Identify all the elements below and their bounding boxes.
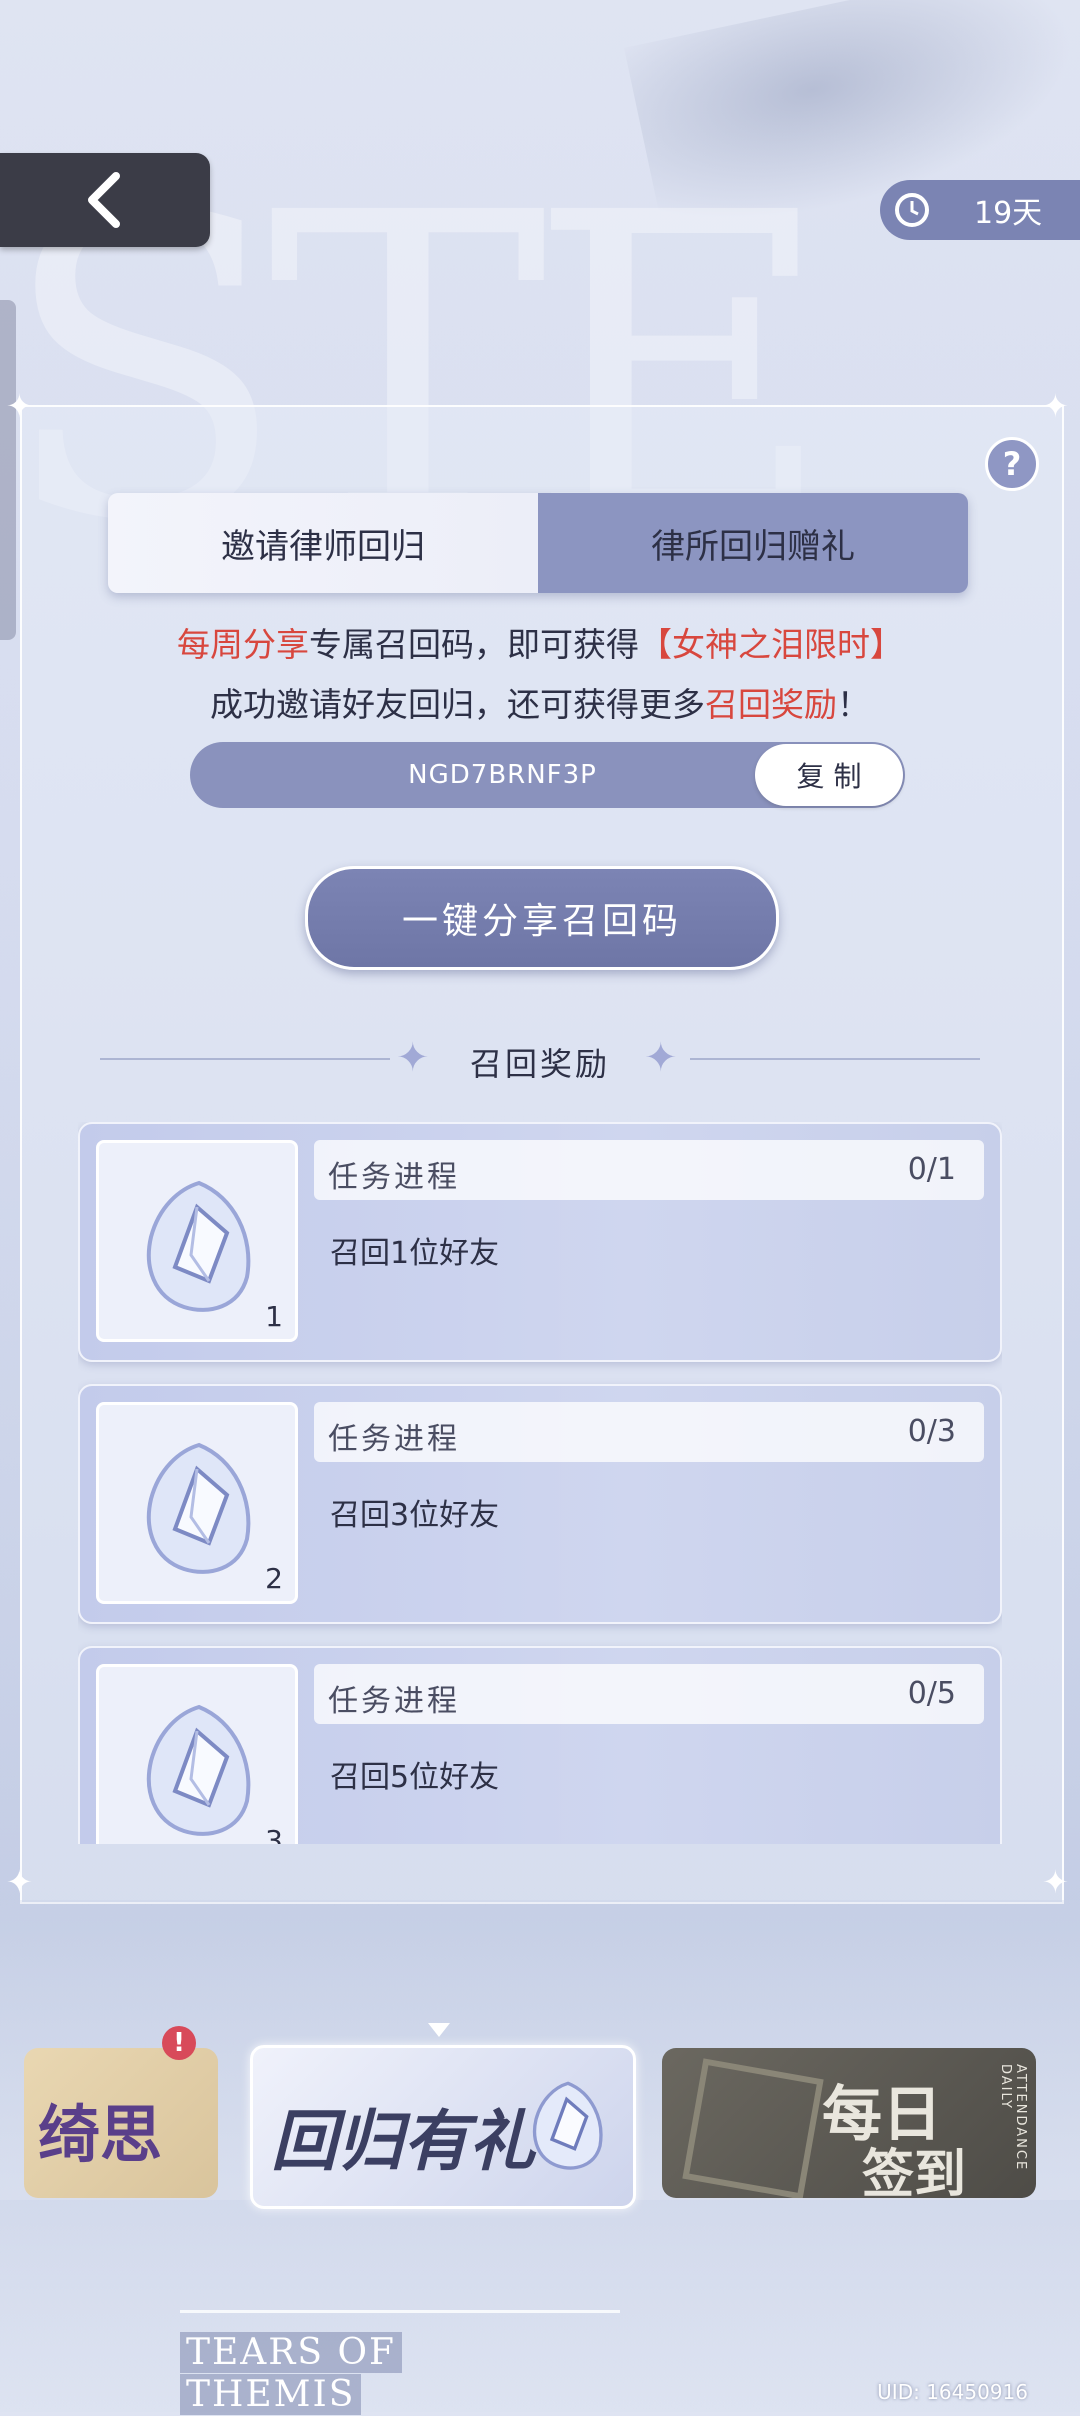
reward-item[interactable]: 1 xyxy=(96,1140,298,1342)
timer-text: 19天 xyxy=(974,196,1043,231)
back-button[interactable] xyxy=(0,153,210,247)
goddess-tear-gem-icon xyxy=(532,2081,603,2170)
goddess-tear-gem-icon xyxy=(146,1704,251,1836)
recall-code-field: NGD7BRNF3P 复 制 xyxy=(190,742,905,808)
task-progress: 0/3 xyxy=(907,1414,956,1449)
goddess-tear-gem-icon xyxy=(146,1180,251,1312)
logo-fine-print xyxy=(180,2272,520,2302)
help-button[interactable]: ? xyxy=(985,437,1039,491)
tab-invite-lawyer[interactable]: 邀请律师回归 xyxy=(108,493,538,593)
task-description: 召回5位好友 xyxy=(330,1760,500,1795)
corner-sparkle-icon: ✦ xyxy=(6,1863,33,1901)
event-banner-daily-checkin[interactable]: 每日 签到 ATTENDANCE DAILY xyxy=(662,2048,1036,2198)
checkin-emblem-icon xyxy=(682,2058,824,2198)
tab-bar: 邀请律师回归 律所回归赠礼 xyxy=(108,493,968,593)
sparkle-icon: ✦ xyxy=(644,1035,678,1081)
event-banner-return-gift[interactable]: 回归有礼 xyxy=(250,2045,636,2209)
task-list[interactable]: 1 任务进程 0/1 召回1位好友 2 任务进程 0/3 召回3位好友 3 任务… xyxy=(78,1122,1002,1844)
task-progress: 0/5 xyxy=(907,1676,956,1711)
selected-indicator-icon xyxy=(428,2023,450,2037)
share-code-button[interactable]: 一键分享召回码 xyxy=(305,866,779,970)
task-progress-header: 任务进程 0/1 xyxy=(314,1140,984,1200)
tab-return-gift[interactable]: 律所回归赠礼 xyxy=(538,493,968,593)
task-progress-header: 任务进程 0/3 xyxy=(314,1402,984,1462)
intro-line-1: 每周分享专属召回码，即可获得【女神之泪限时】 xyxy=(177,625,903,664)
chevron-left-icon xyxy=(88,172,120,228)
game-logo: TEARS OF THEMIS xyxy=(180,2332,402,2416)
reward-item[interactable]: 3 xyxy=(96,1664,298,1844)
event-banner-qisi[interactable]: 绮思 xyxy=(24,2048,218,2198)
corner-sparkle-icon: ✦ xyxy=(1042,1863,1069,1901)
reward-item[interactable]: 2 xyxy=(96,1402,298,1604)
task-card: 2 任务进程 0/3 召回3位好友 xyxy=(78,1384,1002,1624)
copy-button[interactable]: 复 制 xyxy=(755,744,903,806)
corner-sparkle-icon: ✦ xyxy=(1042,387,1069,425)
side-drawer-handle[interactable] xyxy=(0,300,16,640)
event-timer: 19天 xyxy=(880,180,1080,240)
goddess-tear-gem-icon xyxy=(146,1442,251,1574)
divider xyxy=(690,1058,980,1060)
alert-icon: ! xyxy=(162,2026,196,2060)
task-description: 召回3位好友 xyxy=(330,1498,500,1533)
clock-icon xyxy=(895,193,929,227)
corner-sparkle-icon: ✦ xyxy=(6,387,33,425)
task-description: 召回1位好友 xyxy=(330,1236,500,1271)
task-card: 3 任务进程 0/5 召回5位好友 xyxy=(78,1646,1002,1844)
intro-line-2: 成功邀请好友回归，还可获得更多召回奖励！ xyxy=(210,685,870,724)
user-id: UID: 16450916 xyxy=(877,2380,1028,2404)
rewards-section-title: ✦ 召回奖励 ✦ xyxy=(0,1035,1080,1085)
task-progress-header: 任务进程 0/5 xyxy=(314,1664,984,1724)
question-icon: ? xyxy=(1002,445,1022,483)
task-card: 1 任务进程 0/1 召回1位好友 xyxy=(78,1122,1002,1362)
task-progress: 0/1 xyxy=(907,1152,956,1187)
recall-code: NGD7BRNF3P xyxy=(408,760,597,790)
divider xyxy=(180,2310,620,2313)
